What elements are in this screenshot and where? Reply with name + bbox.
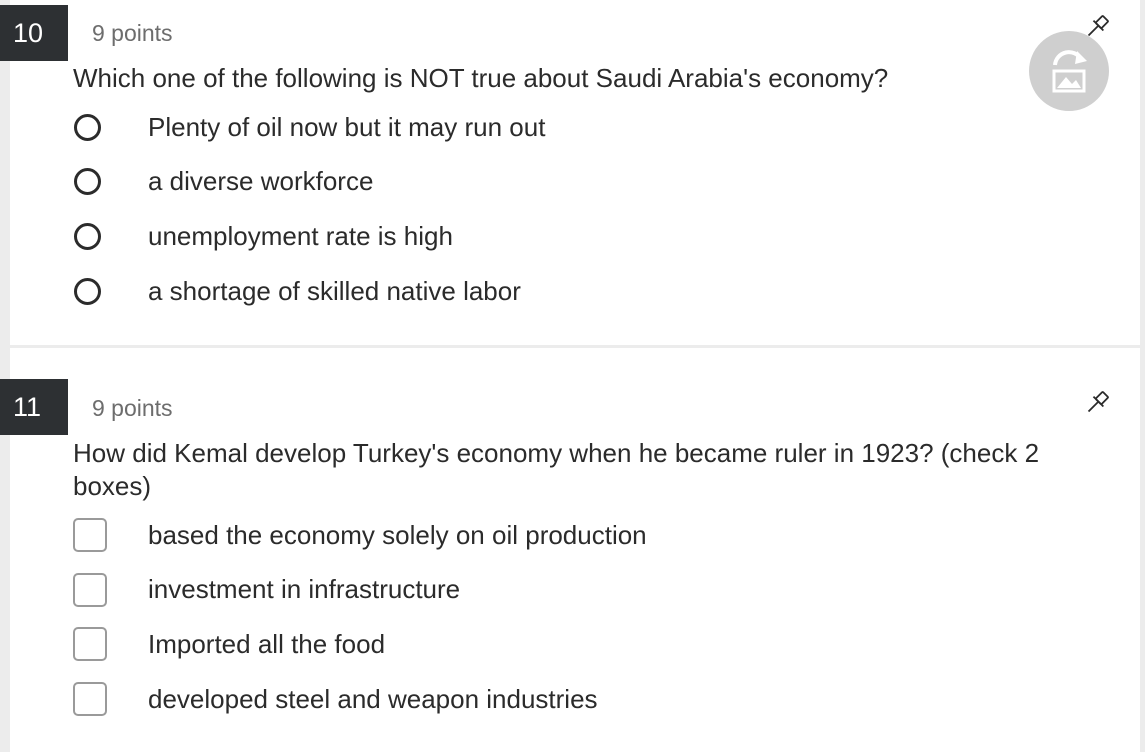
question-card-11: 11 9 points How did Kemal develop Turkey… <box>0 348 1140 752</box>
option-label: Plenty of oil now but it may run out <box>148 111 546 142</box>
option-label: a shortage of skilled native labor <box>148 275 521 306</box>
answer-options: Plenty of oil now but it may run out a d… <box>73 100 545 319</box>
radio-button[interactable] <box>74 277 101 305</box>
checkbox[interactable] <box>73 518 107 553</box>
answer-option[interactable]: Plenty of oil now but it may run out <box>73 100 545 155</box>
question-card-10: 10 9 points Which one of the following i… <box>0 0 1140 345</box>
checkbox[interactable] <box>73 627 107 662</box>
answer-options: based the economy solely on oil producti… <box>73 508 647 727</box>
option-label: investment in infrastructure <box>148 574 461 605</box>
option-label: based the economy solely on oil producti… <box>148 519 647 550</box>
radio-button[interactable] <box>74 113 101 141</box>
answer-option[interactable]: based the economy solely on oil producti… <box>73 508 647 563</box>
answer-option[interactable]: a diverse workforce <box>73 155 373 210</box>
pin-icon[interactable] <box>1082 388 1112 418</box>
question-points: 9 points <box>92 395 173 421</box>
checkbox[interactable] <box>73 572 107 607</box>
answer-option[interactable]: unemployment rate is high <box>73 209 453 264</box>
question-text: Which one of the following is NOT true a… <box>73 63 889 93</box>
option-label: Imported all the food <box>148 628 386 659</box>
answer-option[interactable]: Imported all the food <box>73 617 385 672</box>
question-points: 9 points <box>92 20 173 46</box>
answer-option[interactable]: developed steel and weapon industries <box>73 672 598 727</box>
option-label: a diverse workforce <box>148 166 374 197</box>
question-number-badge: 10 <box>0 5 68 61</box>
option-label: developed steel and weapon industries <box>148 683 598 714</box>
answer-option[interactable]: investment in infrastructure <box>73 563 460 618</box>
radio-button[interactable] <box>74 168 101 196</box>
radio-button[interactable] <box>74 222 101 250</box>
question-number-badge: 11 <box>0 379 68 435</box>
checkbox[interactable] <box>73 682 107 717</box>
option-label: unemployment rate is high <box>148 220 453 251</box>
answer-option[interactable]: a shortage of skilled native labor <box>73 264 521 319</box>
question-text: How did Kemal develop Turkey's economy w… <box>73 438 1040 501</box>
